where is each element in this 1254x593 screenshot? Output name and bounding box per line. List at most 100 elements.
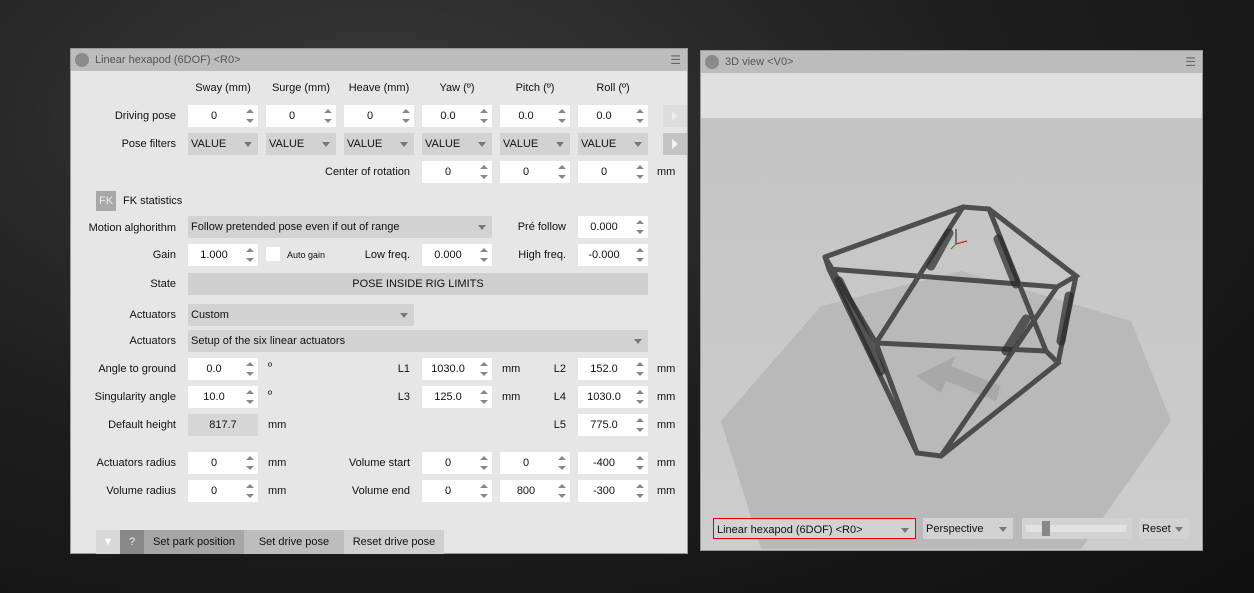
pose-filter-select[interactable]: VALUE <box>500 133 570 155</box>
volume-radius-input[interactable]: 0 <box>188 480 258 502</box>
actuators-setup-select[interactable]: Setup of the six linear actuators <box>188 330 648 352</box>
actuators-type-select[interactable]: Custom <box>188 304 414 326</box>
actuators-radius-input[interactable]: 0 <box>188 452 258 474</box>
volume-end-input[interactable]: 0 <box>422 480 492 502</box>
spin-arrows-icon[interactable] <box>636 418 644 432</box>
driving-pose-input[interactable]: 0 <box>344 105 414 127</box>
spin-arrows-icon[interactable] <box>636 248 644 262</box>
spin-value: -0.000 <box>588 249 620 261</box>
object-select[interactable]: Linear hexapod (6DOF) <R0> <box>713 518 916 539</box>
center-of-rotation-label: Center of rotation <box>325 166 410 178</box>
driving-pose-input[interactable]: 0 <box>188 105 258 127</box>
state-label: State <box>150 278 176 290</box>
select-value: Setup of the six linear actuators <box>191 335 346 347</box>
length-input[interactable]: 1030.0 <box>578 386 648 408</box>
pose-filter-select[interactable]: VALUE <box>344 133 414 155</box>
chevron-down-icon <box>322 142 330 151</box>
spin-arrows-icon[interactable] <box>636 109 644 123</box>
spin-arrows-icon[interactable] <box>246 109 254 123</box>
panel-title: Linear hexapod (6DOF) <R0> <box>95 54 241 66</box>
spin-arrows-icon[interactable] <box>480 484 488 498</box>
zoom-slider[interactable] <box>1022 518 1132 539</box>
pose-filter-select[interactable]: VALUE <box>422 133 492 155</box>
angle-to-ground-input[interactable]: 0.0 <box>188 358 258 380</box>
spin-arrows-icon[interactable] <box>324 109 332 123</box>
high-freq-input[interactable]: -0.000 <box>578 244 648 266</box>
slider-thumb[interactable] <box>1042 521 1050 536</box>
spin-value: 0 <box>444 485 452 497</box>
spin-arrows-icon[interactable] <box>480 109 488 123</box>
center-of-rotation-input[interactable]: 0 <box>500 161 570 183</box>
volume-start-input[interactable]: 0 <box>422 452 492 474</box>
select-value: VALUE <box>269 138 305 150</box>
help-button[interactable]: ? <box>120 530 144 554</box>
volume-end-input[interactable]: 800 <box>500 480 570 502</box>
spin-arrows-icon[interactable] <box>636 165 644 179</box>
driving-pose-input[interactable]: 0.0 <box>500 105 570 127</box>
projection-select[interactable]: Perspective <box>923 518 1013 539</box>
spin-value: 0.000 <box>590 221 618 233</box>
spin-arrows-icon[interactable] <box>480 165 488 179</box>
unit-label: mm <box>657 391 676 403</box>
center-of-rotation-input[interactable]: 0 <box>422 161 492 183</box>
spin-arrows-icon[interactable] <box>480 456 488 470</box>
hexapod-panel: Linear hexapod (6DOF) <R0> ☰ Sway (mm) Su… <box>70 48 688 554</box>
fk-badge[interactable]: FK <box>96 191 116 211</box>
spin-arrows-icon[interactable] <box>558 456 566 470</box>
reset-drive-pose-button[interactable]: Reset drive pose <box>344 530 444 554</box>
spin-value: -300 <box>592 485 616 497</box>
select-value: VALUE <box>503 138 539 150</box>
set-drive-pose-button[interactable]: Set drive pose <box>244 530 344 554</box>
pose-filter-select[interactable]: VALUE <box>188 133 258 155</box>
view-menu-icon[interactable]: ☰ <box>1185 51 1196 73</box>
spin-arrows-icon[interactable] <box>558 165 566 179</box>
apply-pose-filters-button[interactable] <box>663 133 687 155</box>
spin-value: 775.0 <box>590 419 618 431</box>
volume-start-input[interactable]: 0 <box>500 452 570 474</box>
spin-value: 0.0 <box>596 110 612 122</box>
gain-input[interactable]: 1.000 <box>188 244 258 266</box>
driving-pose-input[interactable]: 0.0 <box>578 105 648 127</box>
volume-radius-label: Volume radius <box>106 485 176 497</box>
select-value: VALUE <box>581 138 617 150</box>
high-freq-label: High freq. <box>518 249 566 261</box>
volume-end-input[interactable]: -300 <box>578 480 648 502</box>
spin-value: 0.0 <box>206 363 222 375</box>
spin-arrows-icon[interactable] <box>636 456 644 470</box>
select-value: VALUE <box>347 138 383 150</box>
spin-arrows-icon[interactable] <box>558 109 566 123</box>
singularity-angle-input[interactable]: 10.0 <box>188 386 258 408</box>
hexapod-logo-icon <box>75 53 89 67</box>
driving-pose-input[interactable]: 0 <box>266 105 336 127</box>
chevron-down-icon <box>901 528 909 537</box>
menu-icon[interactable]: ☰ <box>670 49 681 71</box>
length-input[interactable]: 152.0 <box>578 358 648 380</box>
spin-arrows-icon[interactable] <box>636 484 644 498</box>
projection-value: Perspective <box>926 523 984 535</box>
select-value: Follow pretended pose even if out of ran… <box>191 221 400 233</box>
spin-arrows-icon[interactable] <box>636 362 644 376</box>
spin-arrows-icon[interactable] <box>636 220 644 234</box>
pre-follow-input[interactable]: 0.000 <box>578 216 648 238</box>
collapse-button[interactable]: ▼ <box>96 530 120 554</box>
volume-start-input[interactable]: -400 <box>578 452 648 474</box>
3d-viewport[interactable] <box>701 118 1202 550</box>
set-park-position-button[interactable]: Set park position <box>144 530 244 554</box>
spin-value: 0 <box>444 457 452 469</box>
default-height-label: Default height <box>108 419 176 431</box>
reset-select[interactable]: Reset <box>1139 518 1189 539</box>
driving-pose-input[interactable]: 0.0 <box>422 105 492 127</box>
unit-label: mm <box>657 166 676 178</box>
spin-arrows-icon[interactable] <box>558 484 566 498</box>
apply-driving-pose-button[interactable] <box>663 105 687 127</box>
spin-arrows-icon[interactable] <box>402 109 410 123</box>
chevron-down-icon <box>556 142 564 151</box>
spin-value: 152.0 <box>590 363 618 375</box>
spin-arrows-icon[interactable] <box>636 390 644 404</box>
pose-filter-select[interactable]: VALUE <box>578 133 648 155</box>
center-of-rotation-input[interactable]: 0 <box>578 161 648 183</box>
length-input[interactable]: 775.0 <box>578 414 648 436</box>
pose-filter-select[interactable]: VALUE <box>266 133 336 155</box>
object-select-value: Linear hexapod (6DOF) <R0> <box>717 524 863 536</box>
length-label: L4 <box>553 391 566 403</box>
